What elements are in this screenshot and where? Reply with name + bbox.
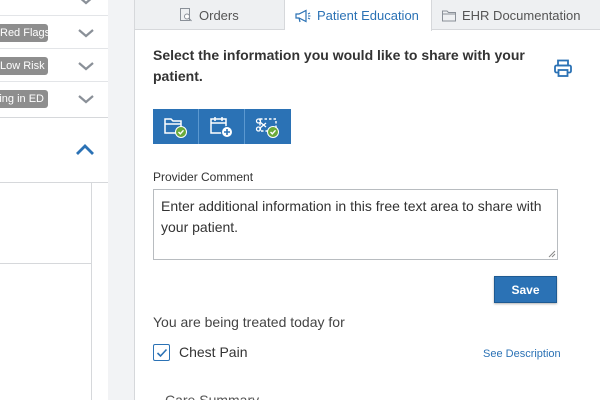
folder-icon [442, 10, 456, 21]
chest-pain-checkbox[interactable] [153, 344, 170, 361]
share-clip-button[interactable] [245, 109, 291, 144]
tab-bar: Orders Patient Education EHR Documentati… [135, 0, 600, 31]
collapsible-section-header[interactable] [0, 119, 108, 183]
tab-label: Patient Education [317, 8, 419, 23]
condition-label: Chest Pain [179, 344, 248, 360]
calendar-add-icon [210, 117, 233, 138]
folder-check-icon [164, 118, 187, 138]
resize-grip-icon[interactable] [546, 248, 556, 258]
chevron-up-icon[interactable] [74, 139, 96, 161]
provider-comment-label: Provider Comment [153, 170, 254, 184]
flag-row-hidden[interactable] [0, 0, 108, 16]
print-icon[interactable] [553, 58, 573, 78]
share-options-group [153, 109, 291, 144]
see-description-link[interactable]: See Description [483, 348, 561, 360]
flag-badge: Waiting in ED [0, 90, 48, 108]
page-title: Select the information you would like to… [153, 47, 525, 84]
tab-label: Orders [199, 7, 239, 23]
flag-row[interactable]: Waiting in ED [0, 83, 108, 115]
chevron-down-icon[interactable] [76, 56, 96, 76]
chevron-down-icon[interactable] [76, 89, 96, 109]
flag-row[interactable]: Red Flags [0, 17, 108, 49]
divider [0, 263, 92, 264]
checkmark-icon [156, 348, 168, 358]
document-search-icon [180, 8, 192, 22]
megaphone-icon [295, 9, 311, 22]
tab-label: EHR Documentation [462, 7, 581, 23]
flag-badge: Red Flags [0, 24, 48, 42]
flag-badge: Low Risk [0, 57, 48, 75]
share-calendar-button[interactable] [199, 109, 245, 144]
chevron-down-icon[interactable] [76, 0, 96, 10]
treated-for-label: You are being treated today for [153, 314, 345, 330]
care-summary-heading: Care Summary [165, 392, 260, 400]
tab-orders[interactable]: Orders [135, 0, 285, 30]
flag-row[interactable]: Low Risk [0, 50, 108, 82]
chevron-down-icon[interactable] [76, 23, 96, 43]
tab-ehr-documentation[interactable]: EHR Documentation [432, 0, 600, 30]
left-content-box [0, 183, 92, 400]
tab-patient-education[interactable]: Patient Education [285, 0, 432, 31]
save-button[interactable]: Save [494, 276, 557, 303]
provider-comment-textarea[interactable]: Enter additional information in this fre… [153, 189, 558, 260]
share-folder-button[interactable] [153, 109, 199, 144]
left-panel: Red Flags Low Risk Waiting in ED [0, 0, 108, 400]
right-panel: Orders Patient Education EHR Documentati… [134, 0, 600, 400]
flags-section: Red Flags Low Risk Waiting in ED [0, 0, 108, 118]
scissors-check-icon [255, 118, 279, 138]
